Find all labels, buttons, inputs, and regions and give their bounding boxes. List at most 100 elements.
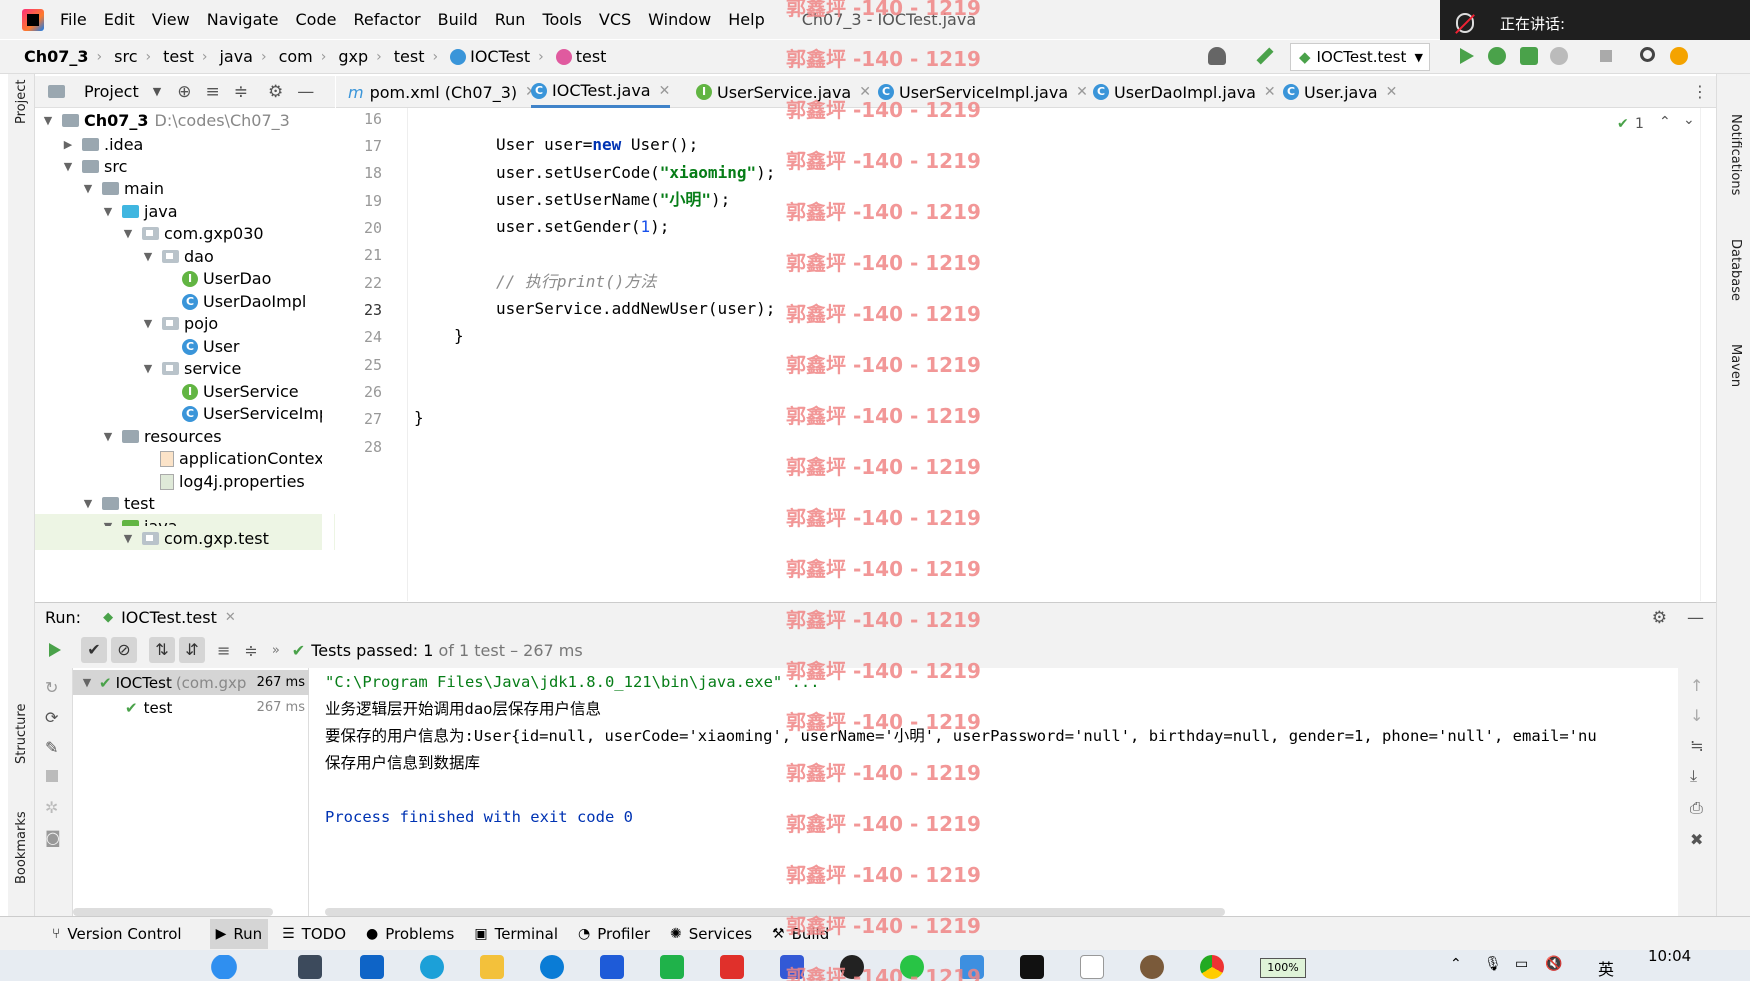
chevron-down-icon[interactable]: ▼ (140, 362, 156, 375)
chevron-down-icon[interactable]: ▼ (153, 85, 161, 98)
tab-pom[interactable]: mpom.xml (Ch07_3)✕ (348, 76, 537, 108)
chevron-right-icon[interactable]: ▶ (60, 138, 76, 151)
close-icon[interactable]: ✕ (225, 610, 236, 625)
project-panel-title[interactable]: Project (84, 82, 139, 101)
menu-window[interactable]: Window (648, 10, 711, 29)
wps-icon[interactable] (720, 955, 744, 979)
app-icon[interactable] (600, 955, 624, 979)
menu-tools[interactable]: Tools (542, 10, 581, 29)
terminal-tab[interactable]: ▣ Terminal (468, 919, 564, 949)
menu-vcs[interactable]: VCS (599, 10, 631, 29)
typora-icon[interactable] (1080, 955, 1104, 979)
hide-icon[interactable]: — (1687, 608, 1704, 628)
code-editor[interactable]: User user=new User(); user.setUserCode("… (409, 108, 1700, 601)
tree-node-userserviceimpl[interactable]: C UserServiceImp (182, 401, 329, 426)
breadcrumb-method[interactable]: test (555, 47, 606, 66)
menu-code[interactable]: Code (296, 10, 337, 29)
inspection-ok-icon[interactable]: ✔ (1617, 116, 1629, 132)
file-explorer-icon[interactable] (480, 955, 504, 979)
notifications-tool-tab[interactable]: Notifications (1728, 114, 1743, 195)
database-tool-tab[interactable]: Database (1728, 239, 1743, 301)
tab-ioctest[interactable]: C IOCTest.java ✕ (531, 76, 671, 108)
search-icon[interactable] (1640, 47, 1655, 62)
run-tab[interactable]: IOCTest.test (121, 608, 217, 627)
scroll-to-end-icon[interactable]: ⤓ (1690, 766, 1697, 786)
breadcrumb-test[interactable]: test › (163, 47, 207, 66)
task-view-icon[interactable] (298, 955, 322, 979)
locate-icon[interactable]: ⊕ (177, 82, 191, 102)
breadcrumb-test-pkg[interactable]: test › (394, 47, 438, 66)
chevron-down-icon[interactable]: ▼ (140, 317, 156, 330)
soft-wrap-icon[interactable]: ≒ (1690, 736, 1703, 755)
input-language[interactable]: 英 (1598, 956, 1614, 980)
gear-icon[interactable]: ⚙ (1652, 608, 1667, 628)
chevron-down-icon[interactable]: ▼ (100, 205, 116, 218)
profiler-tab[interactable]: ◔ Profiler (572, 919, 656, 949)
more-tabs-icon[interactable]: ⋮ (1692, 82, 1708, 101)
sort-alpha-icon[interactable]: ⇅ (149, 637, 175, 663)
editor-scrollbar[interactable] (1700, 108, 1716, 601)
menu-file[interactable]: File (60, 10, 87, 29)
tree-node-userdao[interactable]: I UserDao (182, 266, 271, 291)
tree-node-service[interactable]: ▼ service (140, 356, 242, 381)
run-configuration-select[interactable]: ◆ IOCTest.test ▼ (1290, 43, 1430, 71)
show-ignored-icon[interactable]: ⊘ (111, 637, 137, 663)
tab-userdaoimpl[interactable]: C UserDaoImpl.java ✕ (1093, 76, 1276, 108)
hide-icon[interactable]: — (297, 82, 314, 102)
up-arrow-icon[interactable]: ↑ (1690, 676, 1703, 695)
breadcrumb-com[interactable]: com › (279, 47, 327, 66)
tree-node-pojo[interactable]: ▼ pojo (140, 311, 218, 336)
update-icon[interactable] (1670, 47, 1688, 65)
print-icon[interactable]: ⎙ (1690, 798, 1703, 818)
camera-icon[interactable]: ◙ (45, 828, 61, 847)
menu-help[interactable]: Help (728, 10, 764, 29)
console-output[interactable]: "C:\Program Files\Java\jdk1.8.0_121\bin\… (310, 668, 1678, 916)
network-icon[interactable]: ▭ (1515, 956, 1528, 972)
rerun-failed-icon[interactable]: ↻ (45, 678, 58, 697)
wrench-icon[interactable]: ✎ (45, 738, 58, 757)
problems-tab[interactable]: ● Problems (360, 919, 460, 949)
menu-navigate[interactable]: Navigate (207, 10, 279, 29)
user-icon[interactable] (1208, 47, 1226, 65)
settings-icon[interactable]: ✲ (45, 798, 58, 817)
chevron-down-icon[interactable]: ▼ (100, 430, 116, 443)
close-icon[interactable]: ✕ (1076, 84, 1088, 100)
breadcrumb-src[interactable]: src › (114, 47, 151, 66)
breadcrumb-java[interactable]: java › (219, 47, 266, 66)
tree-node-test[interactable]: ▼ test (80, 491, 155, 516)
project-tool-tab[interactable]: Project (14, 80, 29, 124)
edge-icon[interactable] (420, 955, 444, 979)
tree-node-main[interactable]: ▼ main (80, 176, 164, 201)
close-icon[interactable]: ✕ (1386, 84, 1398, 100)
clock[interactable]: 10:04 (1648, 947, 1691, 965)
outlook-icon[interactable] (360, 955, 384, 979)
structure-tool-tab[interactable]: Structure (14, 704, 29, 764)
collapse-all-icon[interactable]: ≑ (234, 82, 248, 102)
collapse-all-icon[interactable]: ≑ (244, 641, 257, 660)
version-control-tab[interactable]: ⑂ Version Control (46, 919, 188, 949)
services-tab[interactable]: ✺ Services (664, 919, 758, 949)
chevron-up-icon[interactable]: ⌃ (1659, 114, 1671, 130)
tree-node-appcontext[interactable]: applicationContext.xr (160, 446, 335, 471)
chrome-icon[interactable] (1200, 955, 1224, 979)
intellij-taskbar-icon[interactable] (1020, 955, 1044, 979)
app-icon[interactable] (1140, 955, 1164, 979)
stop-icon[interactable] (1600, 50, 1612, 62)
expand-all-icon[interactable]: ≡ (205, 82, 219, 102)
tab-user[interactable]: C User.java ✕ (1283, 76, 1397, 108)
menu-build[interactable]: Build (438, 10, 478, 29)
breadcrumb-gxp[interactable]: gxp › (338, 47, 381, 66)
tree-node-test-package[interactable]: ▼ com.gxp.test (35, 526, 335, 550)
gear-icon[interactable]: ⚙ (268, 82, 283, 102)
test-node-class[interactable]: ▼ ✔ IOCTest (com.gxp 267 ms (73, 670, 309, 695)
bookmarks-tool-tab[interactable]: Bookmarks (14, 811, 29, 884)
battery-indicator[interactable]: 100% (1260, 958, 1306, 978)
app-icon[interactable] (660, 955, 684, 979)
breadcrumb-class[interactable]: IOCTest › (450, 47, 544, 66)
mic-icon[interactable]: 🎙 (1484, 956, 1502, 972)
chevron-down-icon[interactable]: ▼ (120, 532, 136, 545)
menu-run[interactable]: Run (495, 10, 526, 29)
debug-icon[interactable] (1488, 47, 1506, 65)
tree-node-log4j[interactable]: log4j.properties (160, 469, 305, 494)
run-tool-tab[interactable]: ▶ Run (209, 918, 269, 949)
